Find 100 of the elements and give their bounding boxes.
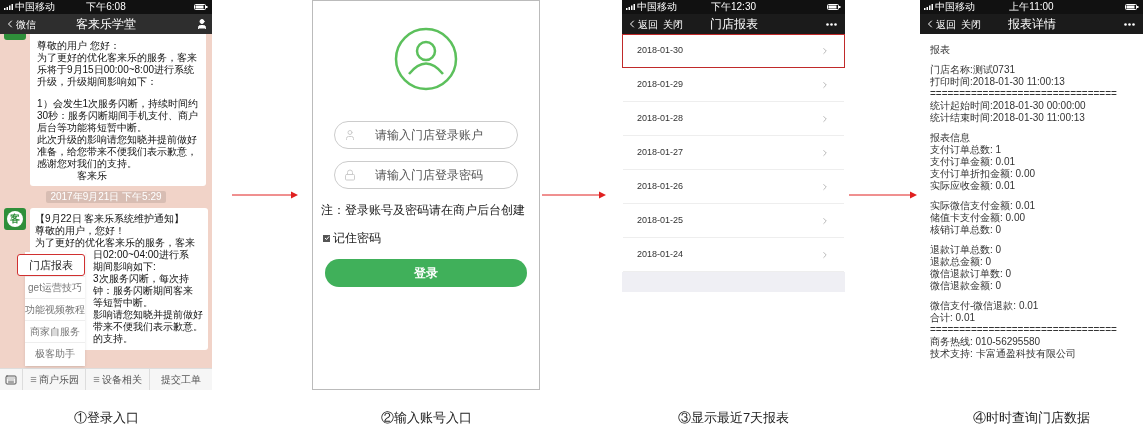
clock-text: 下午12:30: [711, 2, 756, 12]
chevron-icon: [820, 79, 830, 90]
report-line: 技术支持: 卡富通盈科技有限公司: [930, 348, 1077, 360]
back-button[interactable]: 返回: [626, 16, 658, 32]
clock-text: 上午11:00: [1009, 2, 1054, 12]
message-text: 1）会发生1次服务闪断，持续时间约30秒：服务闪断期间手机支付、商户后台等功能将短暂中断。: [37, 98, 199, 134]
report-line: 支付订单折扣金额: 0.00: [930, 168, 1037, 180]
battery-icon: [1125, 4, 1139, 10]
message-text: 【9月22日 客来乐系统维护通知】: [35, 213, 186, 225]
message-text: 期间影响如下:: [93, 261, 157, 273]
battery-icon: [194, 4, 208, 10]
report-row[interactable]: 2018-01-28: [623, 102, 844, 136]
back-button[interactable]: 返回: [924, 16, 956, 32]
report-line: 实际应收金额: 0.01: [930, 180, 1017, 192]
page-title: 报表详情: [1007, 16, 1056, 33]
more-icon[interactable]: [1124, 22, 1135, 26]
note-text: 注：登录账号及密码请在商户后台创建: [321, 202, 526, 219]
message-text: 钟：服务闪断期间客来: [93, 285, 194, 297]
message-text: 尊敬的用户 您好：: [37, 40, 121, 52]
close-button[interactable]: 关闭: [961, 16, 981, 32]
step-caption: ①登录入口: [73, 409, 139, 428]
chevron-icon: [820, 181, 830, 192]
menu-item[interactable]: get运营技巧: [25, 276, 85, 298]
signal-icon: [626, 4, 635, 10]
report-line: 支付订单总数: 1: [930, 144, 1003, 156]
report-line: 门店名称:测试0731: [930, 64, 1017, 76]
remember-checkbox[interactable]: [323, 234, 330, 242]
input-field[interactable]: 请输入门店登录账户: [334, 121, 518, 149]
menu-item[interactable]: 功能视频教程: [25, 298, 85, 320]
report-line: 合计: 0.01: [930, 312, 977, 324]
report-line: 支付订单金额: 0.01: [930, 156, 1017, 168]
report-line: 实际微信支付金额: 0.01: [930, 200, 1037, 212]
clock-text: 下午6:08: [86, 2, 126, 12]
message-text: 日02:00~04:00进行系: [93, 249, 190, 261]
chevron-icon: [820, 113, 830, 124]
report-line: 微信退款金额: 0: [930, 280, 1003, 292]
message-text: 影响请您知晓并提前做好: [93, 309, 203, 321]
report-row[interactable]: 2018-01-26: [623, 170, 844, 204]
report-row[interactable]: 2018-01-27: [623, 136, 844, 170]
avatar-letter: 客: [7, 211, 23, 227]
report-line: 储值卡支付金额: 0.00: [930, 212, 1027, 224]
battery-icon: [827, 4, 841, 10]
report-line: 报表信息: [930, 132, 971, 144]
signal-icon: [924, 4, 933, 10]
step-caption: ③显示最近7天报表: [677, 409, 790, 428]
report-line: 统计结束时间:2018-01-30 11:00:13: [930, 112, 1086, 124]
report-line: 退款总金额: 0: [930, 256, 993, 268]
message-text: 等短暂中断。: [93, 297, 154, 309]
message-text: 的支持。: [93, 333, 134, 345]
more-icon[interactable]: [826, 22, 837, 26]
report-line: 微信支付-微信退款: 0.01: [930, 300, 1040, 312]
lock-icon: [344, 169, 356, 181]
arrow: [232, 191, 298, 199]
report-row[interactable]: 2018-01-29: [623, 68, 844, 102]
report-line: 退款订单总数: 0: [930, 244, 1003, 256]
report-line: 微信退款订单数: 0: [930, 268, 1013, 280]
report-line: ================================: [930, 88, 1118, 100]
message-text: 尊敬的用户，您好！: [35, 225, 126, 237]
chat-title: 客来乐学堂: [76, 16, 136, 33]
report-line: 统计起始时间:2018-01-30 00:00:00: [930, 100, 1087, 112]
step-caption: ②输入账号入口: [380, 409, 472, 428]
menu-icon: [29, 376, 37, 383]
user-icon: [344, 129, 356, 141]
carrier-text: 中国移动: [15, 2, 55, 12]
menu-item[interactable]: 商家自服务: [25, 320, 85, 342]
report-row[interactable]: 2018-01-25: [623, 204, 844, 238]
message-text: 为了更好的优化客来乐的服务，客来: [35, 237, 196, 249]
timestamp: 2017年9月21日 下午5:29: [46, 191, 166, 203]
page-title: 门店报表: [709, 16, 758, 33]
message-signature: 客来乐: [76, 170, 108, 182]
menu-tab[interactable]: 设备相关: [85, 369, 149, 390]
message-text: 为了更好的优化客来乐的服务，客来乐将于9月15日00:00~8:00进行系统升级，升级期间影响如下：: [37, 52, 198, 88]
chevron-icon: [820, 46, 830, 56]
message-text: 此次升级的影响请您知晓并提前做好准备，给您带来不便我们表示歉意，感谢您对我们的支持。: [37, 134, 198, 170]
report-row[interactable]: 2018-01-24: [623, 238, 844, 272]
remember-label: 记住密码: [333, 230, 381, 247]
arrow: [542, 191, 606, 199]
menu-icon: [93, 376, 100, 383]
report-line: 打印时间:2018-01-30 11:00:13: [930, 76, 1066, 88]
close-button[interactable]: 关闭: [663, 16, 683, 32]
message-text: 带来不便我们表示歉意。: [93, 321, 203, 333]
keyboard-icon[interactable]: [5, 373, 17, 386]
carrier-text: 中国移动: [637, 2, 677, 12]
menu-tab[interactable]: 提交工单: [148, 369, 212, 390]
report-line: 商务热线: 010-56295580: [930, 336, 1042, 348]
input-field[interactable]: 请输入门店登录密码: [334, 161, 518, 189]
menu-item[interactable]: 极客助手: [25, 342, 85, 364]
report-line: 报表: [930, 44, 951, 56]
arrow: [849, 191, 917, 199]
profile-icon[interactable]: [196, 18, 208, 30]
chevron-icon: [820, 215, 830, 226]
report-line: ================================: [930, 324, 1118, 336]
report-row[interactable]: 2018-01-30: [622, 34, 845, 68]
back-button[interactable]: 微信: [4, 16, 36, 32]
chevron-icon: [820, 147, 830, 158]
menu-tab[interactable]: 商户乐园: [22, 369, 86, 390]
user-avatar-icon: [394, 27, 458, 91]
carrier-text: 中国移动: [935, 2, 975, 12]
signal-icon: [4, 4, 13, 10]
menu-item[interactable]: 门店报表: [17, 254, 85, 276]
